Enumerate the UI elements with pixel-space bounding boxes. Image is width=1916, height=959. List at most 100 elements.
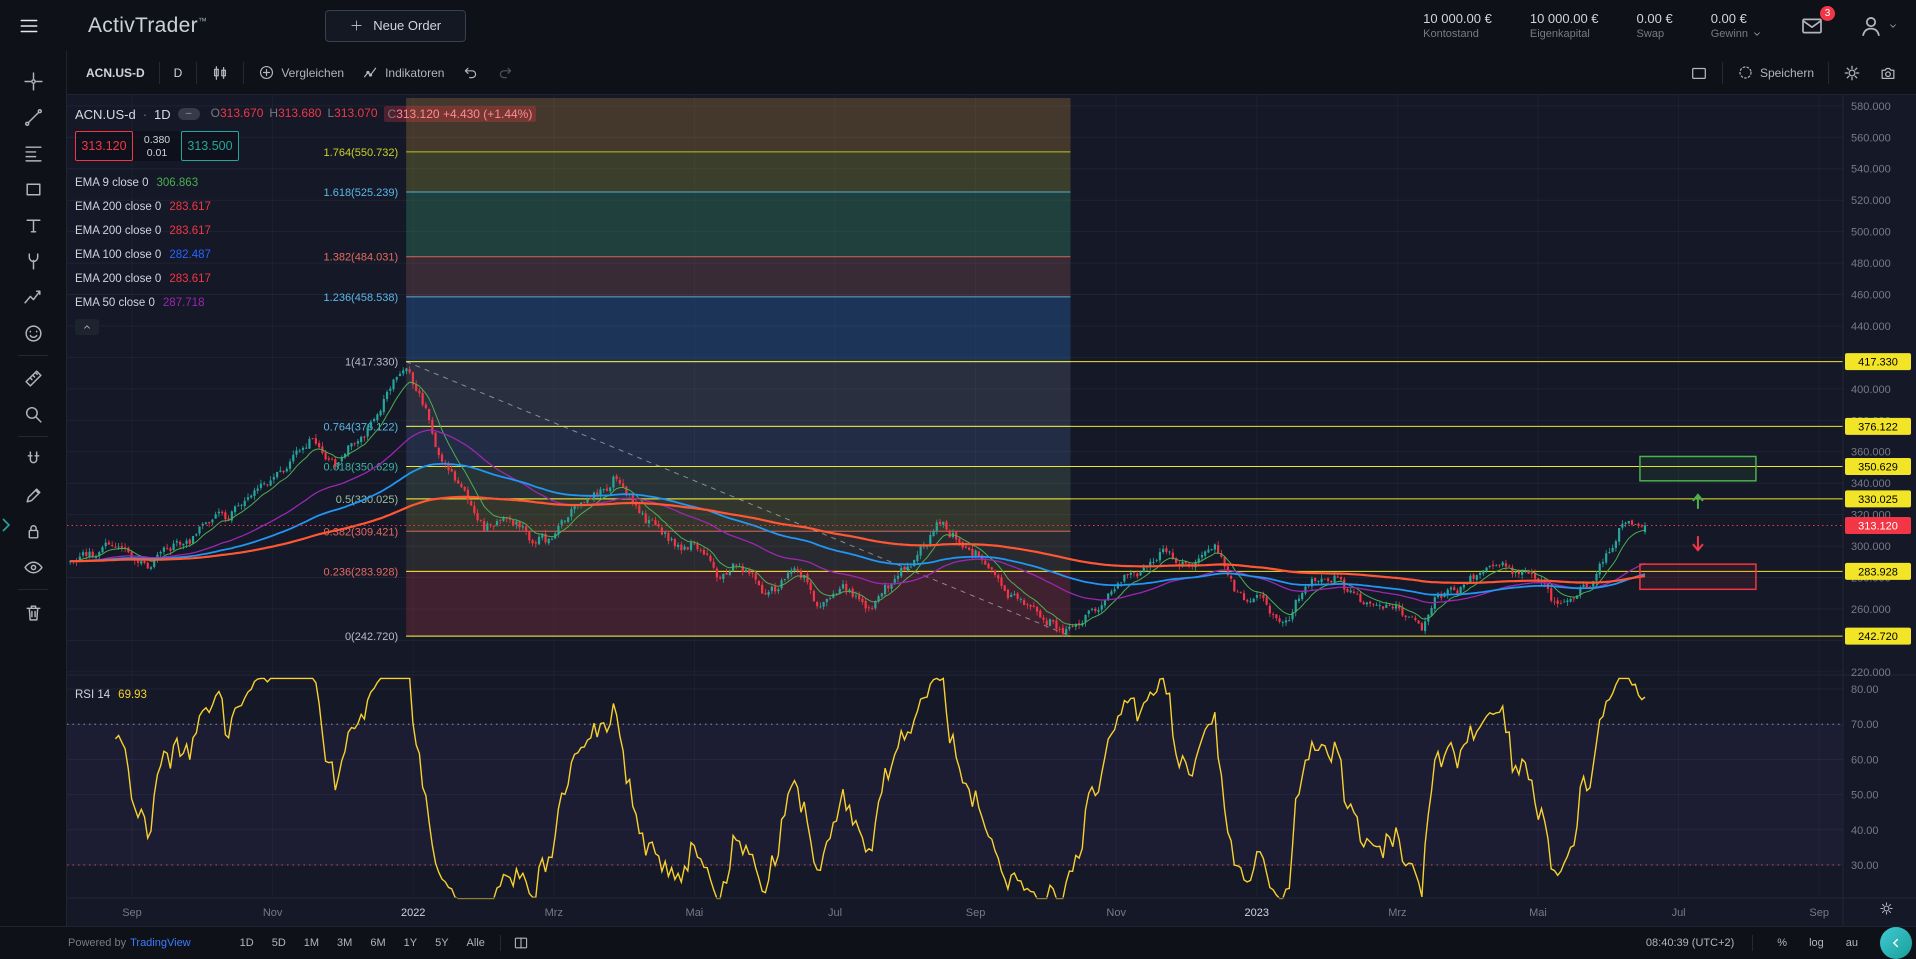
price-axis[interactable]: 580.000560.000540.000520.000500.000480.0… xyxy=(1851,101,1891,872)
svg-text:Jul: Jul xyxy=(1672,907,1686,919)
layout-button[interactable] xyxy=(1681,58,1717,88)
legend-collapse-pill[interactable]: – xyxy=(178,108,200,120)
shapes-tool-button[interactable] xyxy=(10,171,56,207)
interval-button[interactable]: D xyxy=(165,60,192,86)
fib-retracement-tool-button[interactable] xyxy=(10,135,56,171)
save-layout-button[interactable]: Speichern xyxy=(1728,58,1823,87)
trash-icon xyxy=(23,602,44,623)
stat-label: Swap xyxy=(1637,28,1673,40)
gear-icon xyxy=(1843,64,1861,82)
tradingview-link[interactable]: TradingView xyxy=(130,937,191,949)
symbol-button[interactable]: ACN.US-D xyxy=(77,60,154,86)
zoom-tool-button[interactable] xyxy=(10,396,56,432)
indicator-name: EMA 100 close 0 xyxy=(75,249,161,261)
remove-drawings-button[interactable] xyxy=(10,594,56,630)
mail-badge: 3 xyxy=(1820,6,1835,21)
indicator-row[interactable]: EMA 200 close 0283.617 xyxy=(75,267,536,291)
chart-area[interactable]: 1.764(550.732)1.618(525.239)1.382(484.03… xyxy=(67,95,1916,926)
svg-text:1(417.330): 1(417.330) xyxy=(345,357,398,369)
pitchfork-icon xyxy=(23,251,44,272)
indicator-row[interactable]: EMA 50 close 0287.718 xyxy=(75,291,536,315)
indicator-row[interactable]: EMA 200 close 0283.617 xyxy=(75,195,536,219)
chart-style-button[interactable] xyxy=(202,58,238,88)
panes-icon xyxy=(513,935,529,951)
svg-text:Nov: Nov xyxy=(263,907,283,919)
pitchfork-tool-button[interactable] xyxy=(10,243,56,279)
crosshair-icon xyxy=(23,71,44,92)
sell-price-button[interactable]: 313.120 xyxy=(75,131,133,161)
legend-interval[interactable]: 1D xyxy=(154,107,171,122)
svg-text:0.764(376.122): 0.764(376.122) xyxy=(324,421,399,433)
chart-settings-button[interactable] xyxy=(1834,58,1870,88)
svg-text:540.000: 540.000 xyxy=(1851,164,1891,176)
visibility-tool-button[interactable] xyxy=(10,549,56,585)
close-value: 313.120 xyxy=(396,107,439,121)
stat-gewinn[interactable]: 0.00 € Gewinn xyxy=(1711,11,1762,40)
compare-button[interactable]: Vergleichen xyxy=(249,58,353,87)
magnet-icon xyxy=(23,449,44,470)
rectangle-icon xyxy=(23,179,44,200)
main-menu-button[interactable] xyxy=(14,11,44,41)
range-5y-button[interactable]: 5Y xyxy=(428,933,455,953)
panes-button[interactable] xyxy=(509,931,533,955)
undo-button[interactable] xyxy=(453,58,488,87)
svg-text:376.122: 376.122 xyxy=(1858,421,1898,433)
user-avatar-button[interactable] xyxy=(1854,9,1902,43)
price-tag: 242.720 xyxy=(1845,628,1911,645)
price-tag: 313.120 xyxy=(1845,517,1911,534)
range-alle-button[interactable]: Alle xyxy=(460,933,492,953)
text-tool-button[interactable] xyxy=(10,207,56,243)
notifications-mail-button[interactable]: 3 xyxy=(1796,10,1828,42)
draw-tool-button[interactable] xyxy=(10,477,56,513)
log-scale-button[interactable]: log xyxy=(1803,936,1830,950)
indicator-row[interactable]: EMA 9 close 0306.863 xyxy=(75,171,536,195)
trend-line-tool-button[interactable] xyxy=(10,99,56,135)
magnifier-icon xyxy=(23,404,44,425)
panel-expand-chevron[interactable] xyxy=(0,514,12,536)
rsi-legend[interactable]: RSI 14 69.93 xyxy=(75,689,147,701)
time-axis-settings-button[interactable] xyxy=(1873,900,1900,920)
svg-text:0(242.720): 0(242.720) xyxy=(345,631,398,643)
range-1d-button[interactable]: 1D xyxy=(233,933,261,953)
pencil-icon xyxy=(23,485,44,506)
forecast-tool-button[interactable] xyxy=(10,279,56,315)
ohlc-values: O313.670 H313.680 L313.070 C313.120 +4.4… xyxy=(211,106,537,122)
indicators-button[interactable]: Indikatoren xyxy=(353,58,453,87)
auto-scale-button[interactable]: au xyxy=(1840,936,1864,950)
indicator-row[interactable]: EMA 100 close 0282.487 xyxy=(75,243,536,267)
toolbar-separator xyxy=(1722,62,1723,84)
bottom-bar: Powered by TradingView 1D 5D 1M 3M 6M 1Y… xyxy=(0,926,1916,959)
buy-price-button[interactable]: 313.500 xyxy=(181,131,239,161)
crosshair-tool-button[interactable] xyxy=(10,63,56,99)
screenshot-button[interactable] xyxy=(1870,58,1906,88)
legend-separator: · xyxy=(143,107,147,122)
lock-tool-button[interactable] xyxy=(10,513,56,549)
svg-text:Mai: Mai xyxy=(686,907,704,919)
target-zone[interactable] xyxy=(1640,456,1756,508)
time-axis[interactable]: SepNov2022MrzMaiJulSepNov2023MrzMaiJulSe… xyxy=(122,907,1829,919)
range-1y-button[interactable]: 1Y xyxy=(397,933,424,953)
indicator-row[interactable]: EMA 200 close 0283.617 xyxy=(75,219,536,243)
app-logo-text: ActivTrader xyxy=(88,14,198,37)
stat-eigenkapital: 10 000.00 € Eigenkapital xyxy=(1530,11,1599,40)
emoji-tool-button[interactable] xyxy=(10,315,56,351)
app-logo: ActivTrader™ xyxy=(88,14,207,38)
indicator-name: EMA 200 close 0 xyxy=(75,201,161,213)
range-6m-button[interactable]: 6M xyxy=(363,933,392,953)
ruler-tool-button[interactable] xyxy=(10,360,56,396)
range-3m-button[interactable]: 3M xyxy=(330,933,359,953)
magnet-tool-button[interactable] xyxy=(10,441,56,477)
stop-zone[interactable] xyxy=(1640,536,1756,589)
redo-button[interactable] xyxy=(488,58,523,87)
rsi-value: 69.93 xyxy=(118,689,147,701)
range-5d-button[interactable]: 5D xyxy=(265,933,293,953)
range-1m-button[interactable]: 1M xyxy=(297,933,326,953)
indicator-name: EMA 9 close 0 xyxy=(75,177,149,189)
drawing-tools-sidebar xyxy=(0,51,67,926)
toolbar-separator xyxy=(159,62,160,84)
floating-action-button[interactable] xyxy=(1880,927,1912,959)
collapse-indicators-button[interactable] xyxy=(75,319,99,335)
percent-scale-button[interactable]: % xyxy=(1771,936,1793,950)
new-order-button[interactable]: Neue Order xyxy=(325,10,466,42)
legend-symbol[interactable]: ACN.US-d xyxy=(75,107,136,122)
